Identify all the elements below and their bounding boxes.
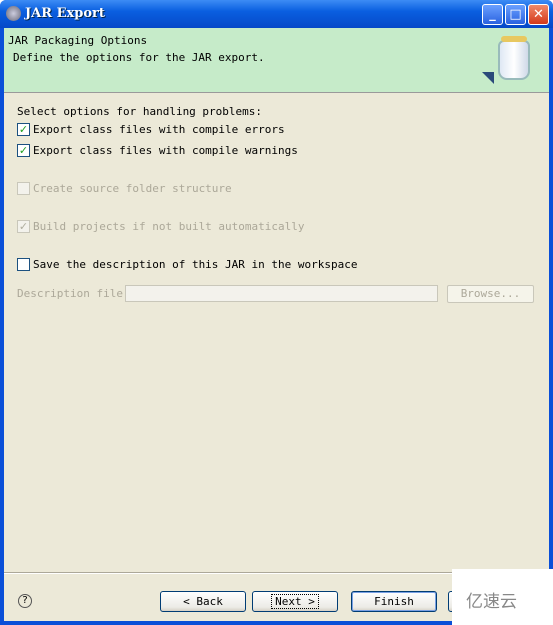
help-icon[interactable]: ? xyxy=(18,594,32,608)
next-label: Next > xyxy=(271,594,319,609)
checkbox-icon: ✓ xyxy=(17,220,30,233)
export-errors-checkbox[interactable]: ✓ Export class files with compile errors xyxy=(17,123,285,136)
checkbox-label: Export class files with compile warnings xyxy=(33,144,298,157)
eclipse-icon xyxy=(6,6,21,21)
checkbox-label: Build projects if not built automaticall… xyxy=(33,220,305,233)
arrow-icon xyxy=(482,72,494,84)
checkbox-label: Create source folder structure xyxy=(33,182,232,195)
close-button[interactable]: ✕ xyxy=(528,4,549,25)
next-button[interactable]: Next > xyxy=(252,591,338,612)
window-title: JAR Export xyxy=(25,6,105,21)
checkbox-label: Save the description of this JAR in the … xyxy=(33,258,358,271)
problems-label: Select options for handling problems: xyxy=(17,105,263,118)
wizard-banner: JAR Packaging Options Define the options… xyxy=(4,28,549,93)
back-button[interactable]: < Back xyxy=(160,591,246,612)
minimize-button[interactable]: _ xyxy=(482,4,503,25)
banner-title: JAR Packaging Options xyxy=(8,34,148,47)
back-label: < Back xyxy=(183,595,223,608)
banner-description: Define the options for the JAR export. xyxy=(13,51,265,64)
browse-button[interactable]: Browse... xyxy=(447,285,534,303)
checkbox-icon: ✓ xyxy=(17,123,30,136)
build-projects-checkbox[interactable]: ✓ Build projects if not built automatical… xyxy=(17,220,305,233)
export-warnings-checkbox[interactable]: ✓ Export class files with compile warning… xyxy=(17,144,298,157)
finish-button[interactable]: Finish xyxy=(351,591,437,612)
watermark-logo: 亿速云 xyxy=(452,569,553,625)
save-description-checkbox[interactable]: Save the description of this JAR in the … xyxy=(17,258,358,271)
finish-label: Finish xyxy=(374,595,414,608)
checkbox-icon: ✓ xyxy=(17,144,30,157)
dialog-body: JAR Packaging Options Define the options… xyxy=(4,28,549,621)
title-bar[interactable]: JAR Export _ □ ✕ xyxy=(0,0,553,28)
maximize-button[interactable]: □ xyxy=(505,4,526,25)
checkbox-icon xyxy=(17,258,30,271)
jar-icon xyxy=(498,36,530,80)
checkbox-icon xyxy=(17,182,30,195)
description-file-input[interactable] xyxy=(125,285,438,302)
create-source-folder-checkbox[interactable]: Create source folder structure xyxy=(17,182,232,195)
checkbox-label: Export class files with compile errors xyxy=(33,123,285,136)
jar-export-window: JAR Export _ □ ✕ JAR Packaging Options D… xyxy=(0,0,553,625)
description-file-label: Description file: xyxy=(17,287,130,300)
